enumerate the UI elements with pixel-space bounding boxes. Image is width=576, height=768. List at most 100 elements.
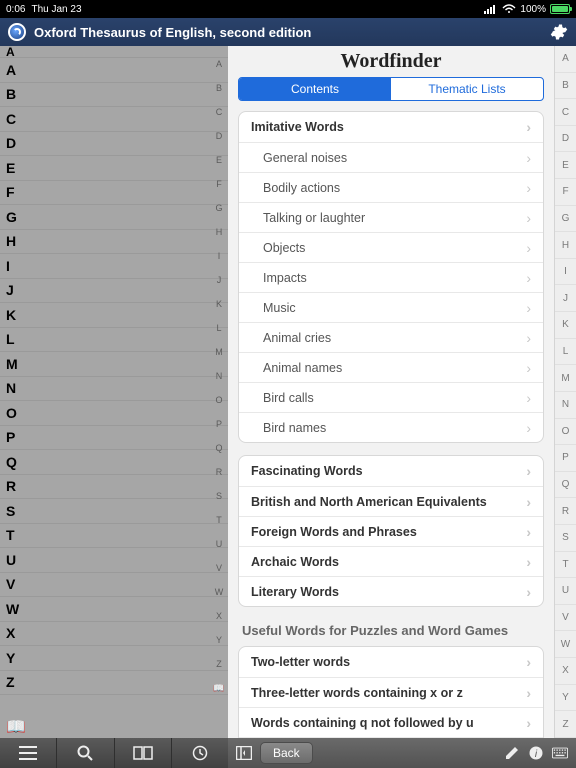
index-letter[interactable]: U <box>216 532 223 556</box>
left-row[interactable]: J <box>0 279 228 304</box>
tab-thematic-lists[interactable]: Thematic Lists <box>391 78 543 100</box>
left-row[interactable]: O <box>0 401 228 426</box>
index-letter[interactable]: Z <box>216 652 222 676</box>
left-row[interactable]: C <box>0 107 228 132</box>
index-letter[interactable]: G <box>215 196 222 220</box>
right-index-letter[interactable]: D <box>555 126 576 153</box>
history-button[interactable] <box>172 738 228 768</box>
left-row[interactable]: M <box>0 352 228 377</box>
list-row[interactable]: Music› <box>239 292 543 322</box>
index-letter[interactable]: C <box>216 100 223 124</box>
index-letter[interactable]: X <box>216 604 222 628</box>
left-row[interactable]: V <box>0 573 228 598</box>
index-letter[interactable]: H <box>216 220 223 244</box>
list-row[interactable]: Animal names› <box>239 352 543 382</box>
list-row[interactable]: General noises› <box>239 142 543 172</box>
right-index-letter[interactable]: B <box>555 73 576 100</box>
right-index-letter[interactable]: M <box>555 365 576 392</box>
list-row[interactable]: Bird calls› <box>239 382 543 412</box>
book-button[interactable] <box>115 738 172 768</box>
index-letter[interactable]: P <box>216 412 222 436</box>
right-index-letter[interactable]: O <box>555 419 576 446</box>
list-row[interactable]: Words beginning with x› <box>239 737 543 738</box>
wordfinder-content[interactable]: Imitative Words›General noises›Bodily ac… <box>228 111 554 738</box>
left-row[interactable]: K <box>0 303 228 328</box>
list-row[interactable]: Objects› <box>239 232 543 262</box>
index-letter[interactable]: 📖 <box>213 676 224 700</box>
left-row[interactable]: N <box>0 377 228 402</box>
list-row[interactable]: Foreign Words and Phrases› <box>239 516 543 546</box>
left-row[interactable]: R <box>0 475 228 500</box>
index-letter[interactable]: O <box>215 388 222 412</box>
left-index-strip[interactable]: ABCDEFGHIJKLMNOPQRSTUVWXYZ📖 <box>210 46 228 738</box>
right-index-letter[interactable]: T <box>555 552 576 579</box>
sidebar-toggle-button[interactable] <box>236 745 252 761</box>
index-letter[interactable]: I <box>218 244 221 268</box>
settings-button[interactable] <box>550 23 568 41</box>
left-row[interactable]: G <box>0 205 228 230</box>
index-letter[interactable]: Q <box>215 436 222 460</box>
left-row[interactable]: W <box>0 597 228 622</box>
left-row[interactable]: I <box>0 254 228 279</box>
left-row[interactable]: U <box>0 548 228 573</box>
index-letter[interactable]: L <box>216 316 221 340</box>
left-row[interactable]: A <box>0 58 228 83</box>
index-letter[interactable]: K <box>216 292 222 316</box>
right-index-letter[interactable]: E <box>555 152 576 179</box>
right-index-letter[interactable]: C <box>555 99 576 126</box>
list-row[interactable]: Impacts› <box>239 262 543 292</box>
keyboard-button[interactable] <box>552 745 568 761</box>
info-button[interactable]: i <box>528 745 544 761</box>
list-row[interactable]: Fascinating Words› <box>239 456 543 486</box>
left-row[interactable]: Z <box>0 671 228 696</box>
index-letter[interactable]: Y <box>216 628 222 652</box>
index-letter[interactable]: B <box>216 76 222 100</box>
index-letter[interactable]: V <box>216 556 222 580</box>
left-row[interactable]: S <box>0 499 228 524</box>
right-index-letter[interactable]: H <box>555 232 576 259</box>
segmented-control[interactable]: Contents Thematic Lists <box>238 77 544 101</box>
right-index-strip[interactable]: ABCDEFGHIJKLMNOPQRSTUVWXYZ <box>554 46 576 738</box>
right-index-letter[interactable]: Z <box>555 711 576 738</box>
list-row[interactable]: Words containing q not followed by u› <box>239 707 543 737</box>
index-letter[interactable]: A <box>216 52 222 76</box>
left-row[interactable]: T <box>0 524 228 549</box>
list-row[interactable]: Literary Words› <box>239 576 543 606</box>
list-row[interactable]: Bird names› <box>239 412 543 442</box>
left-row[interactable]: D <box>0 132 228 157</box>
menu-button[interactable] <box>0 738 57 768</box>
left-row[interactable]: Y <box>0 646 228 671</box>
right-index-letter[interactable]: A <box>555 46 576 73</box>
list-row[interactable]: Talking or laughter› <box>239 202 543 232</box>
left-row[interactable]: L <box>0 328 228 353</box>
right-index-letter[interactable]: J <box>555 285 576 312</box>
index-letter[interactable]: E <box>216 148 222 172</box>
left-list[interactable]: ABCDEFGHIJKLMNOPQRSTUVWXYZ <box>0 58 228 716</box>
index-letter[interactable]: S <box>216 484 222 508</box>
left-row[interactable]: B <box>0 83 228 108</box>
right-index-letter[interactable]: N <box>555 392 576 419</box>
left-row[interactable]: X <box>0 622 228 647</box>
right-index-letter[interactable]: G <box>555 206 576 233</box>
list-row[interactable]: British and North American Equivalents› <box>239 486 543 516</box>
right-index-letter[interactable]: Q <box>555 472 576 499</box>
index-letter[interactable]: T <box>216 508 222 532</box>
index-letter[interactable]: J <box>217 268 222 292</box>
right-index-letter[interactable]: F <box>555 179 576 206</box>
right-index-letter[interactable]: I <box>555 259 576 286</box>
index-letter[interactable]: D <box>216 124 223 148</box>
right-index-letter[interactable]: W <box>555 631 576 658</box>
index-letter[interactable]: F <box>216 172 222 196</box>
tab-contents[interactable]: Contents <box>239 78 391 100</box>
left-row[interactable]: P <box>0 426 228 451</box>
right-index-letter[interactable]: X <box>555 658 576 685</box>
list-row[interactable]: Imitative Words› <box>239 112 543 142</box>
right-index-letter[interactable]: R <box>555 498 576 525</box>
right-index-letter[interactable]: U <box>555 578 576 605</box>
right-index-letter[interactable]: Y <box>555 685 576 712</box>
list-row[interactable]: Bodily actions› <box>239 172 543 202</box>
index-letter[interactable]: R <box>216 460 223 484</box>
index-letter[interactable]: M <box>215 340 223 364</box>
right-index-letter[interactable]: L <box>555 339 576 366</box>
index-letter[interactable]: W <box>215 580 224 604</box>
